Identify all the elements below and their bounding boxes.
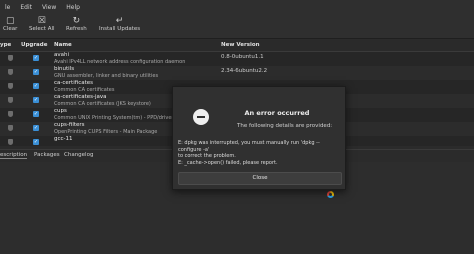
dialog-detail-line: E: _cache->open() failed, please report. [178,159,278,166]
refresh-button[interactable]: ↻ Refresh [66,16,87,32]
upgrade-checkbox[interactable]: ✓ [33,124,39,131]
close-button[interactable]: Close [178,172,342,185]
shield-icon [8,69,13,75]
package-name: cups [54,108,67,114]
upgrade-checkbox[interactable]: ✓ [33,96,39,103]
package-name: cups-filters [54,122,85,128]
menu-file[interactable]: le [0,4,15,11]
package-version: 2.34-6ubuntu2.2 [221,68,268,74]
upgrade-checkbox[interactable]: ✓ [33,68,39,75]
refresh-icon: ↻ [72,16,81,26]
error-dialog: An error occurred The following details … [172,86,346,190]
table-row[interactable]: ✓ binutils GNU assembler, linker and bin… [0,66,474,80]
clear-label: Clear [3,26,18,32]
package-description: Common UNIX Printing System(tm) - PPD/dr… [54,115,181,121]
tab-packages[interactable]: Packages [34,152,60,158]
shield-icon [8,111,13,117]
package-name: ca-certificates-java [54,94,107,100]
package-description: GNU assembler, linker and binary utiliti… [54,73,159,79]
install-updates-button[interactable]: ↵ Install Updates [99,16,140,32]
col-name[interactable]: Name [54,42,72,48]
table-header: ype Upgrade Name New Version [0,40,474,52]
table-row[interactable]: ✓ avahi Avahi IPv4LL network address con… [0,52,474,66]
dialog-title: An error occurred [244,109,310,117]
shield-icon [8,55,13,61]
select-all-label: Select All [29,26,55,32]
spinner-icon [327,191,334,198]
menu-view[interactable]: View [37,4,61,11]
refresh-label: Refresh [66,26,87,32]
select-all-icon: ☒ [37,16,46,26]
package-description: Common CA certificates (JKS keystore) [54,101,151,107]
install-icon: ↵ [115,16,124,26]
dialog-details: E: dpkg was interrupted, you must manual… [178,140,343,166]
upgrade-checkbox[interactable]: ✓ [33,54,39,61]
package-version: 0.8-0ubuntu1.1 [221,54,264,60]
col-upgrade[interactable]: Upgrade [21,42,47,48]
package-name: binutils [54,66,75,72]
menu-help[interactable]: Help [61,4,85,11]
col-type[interactable]: ype [0,42,11,48]
package-name: ca-certificates [54,80,93,86]
dialog-detail-line: E: dpkg was interrupted, you must manual… [178,140,320,153]
upgrade-checkbox[interactable]: ✓ [33,138,39,145]
package-name: gcc-11 [54,136,73,142]
package-name: avahi [54,52,70,58]
upgrade-checkbox[interactable]: ✓ [33,82,39,89]
dialog-detail-line: to correct the problem. [178,153,236,160]
tab-changelog[interactable]: Changelog [64,152,93,158]
shield-icon [8,97,13,103]
shield-icon [8,83,13,89]
package-description: OpenPrinting CUPS Filters - Main Package [54,129,158,135]
dialog-subtitle: The following details are provided: [237,123,333,129]
clear-button[interactable]: ▢ Clear [3,16,17,32]
clear-icon: ▢ [5,16,15,26]
install-label: Install Updates [99,26,141,32]
col-new-version[interactable]: New Version [221,42,260,48]
menu-edit[interactable]: Edit [15,4,37,11]
shield-icon [8,139,13,145]
package-description: Common CA certificates [54,87,115,93]
toolbar: ▢ Clear ☒ Select All ↻ Refresh ↵ Install… [0,14,474,39]
upgrade-checkbox[interactable]: ✓ [33,110,39,117]
tab-description[interactable]: escription [0,152,28,159]
shield-icon [8,125,13,131]
menu-bar: le Edit View Help [0,0,474,14]
package-description: Avahi IPv4LL network address configurati… [54,59,186,65]
select-all-button[interactable]: ☒ Select All [29,16,55,32]
